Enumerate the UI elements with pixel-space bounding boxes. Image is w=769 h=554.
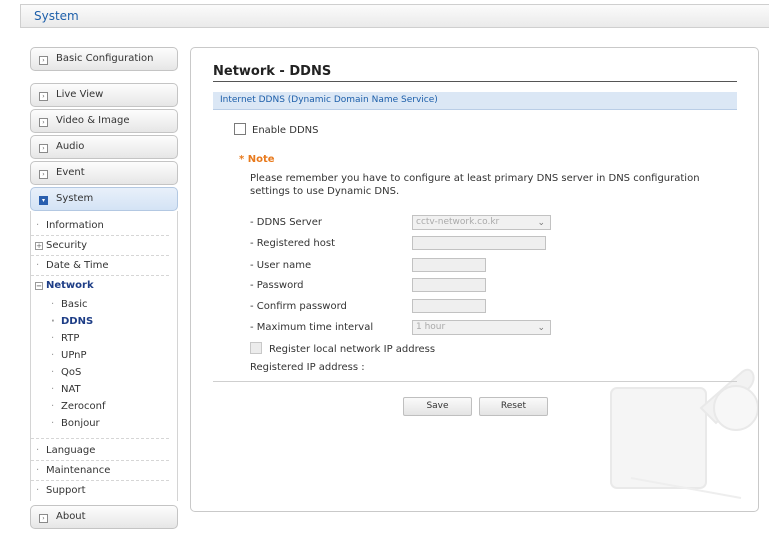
- confirm-password-input[interactable]: [412, 299, 486, 313]
- expand-box-icon: ›: [39, 118, 48, 127]
- sidebar-item-security[interactable]: + Security: [31, 236, 169, 256]
- register-local-ip-checkbox[interactable]: [250, 342, 262, 354]
- ddns-server-label: - DDNS Server: [250, 217, 322, 228]
- registered-host-input[interactable]: [412, 236, 546, 250]
- enable-ddns-label: Enable DDNS: [252, 125, 319, 136]
- save-button[interactable]: Save: [403, 397, 472, 416]
- expand-box-icon: ›: [39, 514, 48, 523]
- sidebar-subitem-zeroconf[interactable]: · Zeroconf: [31, 398, 169, 415]
- form-divider: [213, 381, 737, 382]
- sidebar-subitem-basic[interactable]: · Basic: [31, 296, 169, 313]
- sidebar-item-support[interactable]: · Support: [31, 481, 169, 501]
- header-title: System: [34, 9, 79, 23]
- password-input[interactable]: [412, 278, 486, 292]
- registered-host-label: - Registered host: [250, 238, 336, 249]
- expand-box-icon: ›: [39, 56, 48, 65]
- sidebar-menu: › Basic Configuration › Live View › Vide…: [30, 47, 178, 531]
- expand-box-icon: ›: [39, 144, 48, 153]
- system-submenu: · Information + Security · Date & Time −…: [30, 211, 178, 501]
- registered-ip-label: Registered IP address :: [250, 362, 365, 373]
- max-interval-select[interactable]: 1 hour ⌄: [412, 320, 551, 335]
- sidebar-video-image-button[interactable]: › Video & Image: [30, 109, 178, 133]
- user-name-input[interactable]: [412, 258, 486, 272]
- expand-box-icon: ›: [39, 92, 48, 101]
- register-local-ip-label: Register local network IP address: [269, 344, 436, 355]
- top-header-bar: System: [20, 4, 769, 28]
- confirm-password-label: - Confirm password: [250, 301, 347, 312]
- sidebar-live-view-button[interactable]: › Live View: [30, 83, 178, 107]
- network-submenu: · Basic · DDNS · RTP · UPnP · QoS · NAT · Zeroc…: [31, 296, 169, 439]
- note-text: Please remember you have to configure at…: [250, 173, 700, 197]
- sidebar-subitem-ddns[interactable]: · DDNS: [31, 313, 169, 330]
- reset-button[interactable]: Reset: [479, 397, 548, 416]
- minus-box-icon: −: [35, 282, 43, 290]
- title-divider: [213, 81, 737, 82]
- sidebar-item-maintenance[interactable]: · Maintenance: [31, 461, 169, 481]
- sidebar-item-language[interactable]: · Language: [31, 441, 169, 461]
- sidebar-audio-button[interactable]: › Audio: [30, 135, 178, 159]
- ddns-server-select[interactable]: cctv-network.co.kr ⌄: [412, 215, 551, 230]
- user-name-label: - User name: [250, 260, 312, 271]
- sidebar-subitem-nat[interactable]: · NAT: [31, 381, 169, 398]
- sidebar-item-date-time[interactable]: · Date & Time: [31, 256, 169, 276]
- sidebar-event-button[interactable]: › Event: [30, 161, 178, 185]
- sidebar-subitem-qos[interactable]: · QoS: [31, 364, 169, 381]
- password-label: - Password: [250, 280, 304, 291]
- tools-watermark-icon: [610, 368, 758, 499]
- page-title: Network - DDNS: [213, 64, 332, 79]
- section-header: Internet DDNS (Dynamic Domain Name Servi…: [213, 92, 737, 110]
- chevron-down-icon: ⌄: [537, 323, 545, 333]
- enable-ddns-checkbox[interactable]: [234, 123, 246, 135]
- max-interval-label: - Maximum time interval: [250, 322, 374, 333]
- note-title: * Note: [239, 154, 275, 165]
- sidebar-system-button[interactable]: ▾ System: [30, 187, 178, 211]
- sidebar-about-button[interactable]: › About: [30, 505, 178, 529]
- sidebar-item-information[interactable]: · Information: [31, 216, 169, 236]
- sidebar-subitem-bonjour[interactable]: · Bonjour: [31, 415, 169, 432]
- section-title: Internet DDNS (Dynamic Domain Name Servi…: [220, 95, 438, 105]
- sidebar-subitem-rtp[interactable]: · RTP: [31, 330, 169, 347]
- expand-box-icon: ›: [39, 170, 48, 179]
- main-panel: Network - DDNS Internet DDNS (Dynamic Do…: [190, 47, 759, 512]
- collapse-box-icon: ▾: [39, 196, 48, 205]
- sidebar-basic-configuration-button[interactable]: › Basic Configuration: [30, 47, 178, 71]
- chevron-down-icon: ⌄: [537, 218, 545, 228]
- sidebar-item-network[interactable]: − Network: [31, 276, 169, 296]
- plus-box-icon: +: [35, 242, 43, 250]
- sidebar-subitem-upnp[interactable]: · UPnP: [31, 347, 169, 364]
